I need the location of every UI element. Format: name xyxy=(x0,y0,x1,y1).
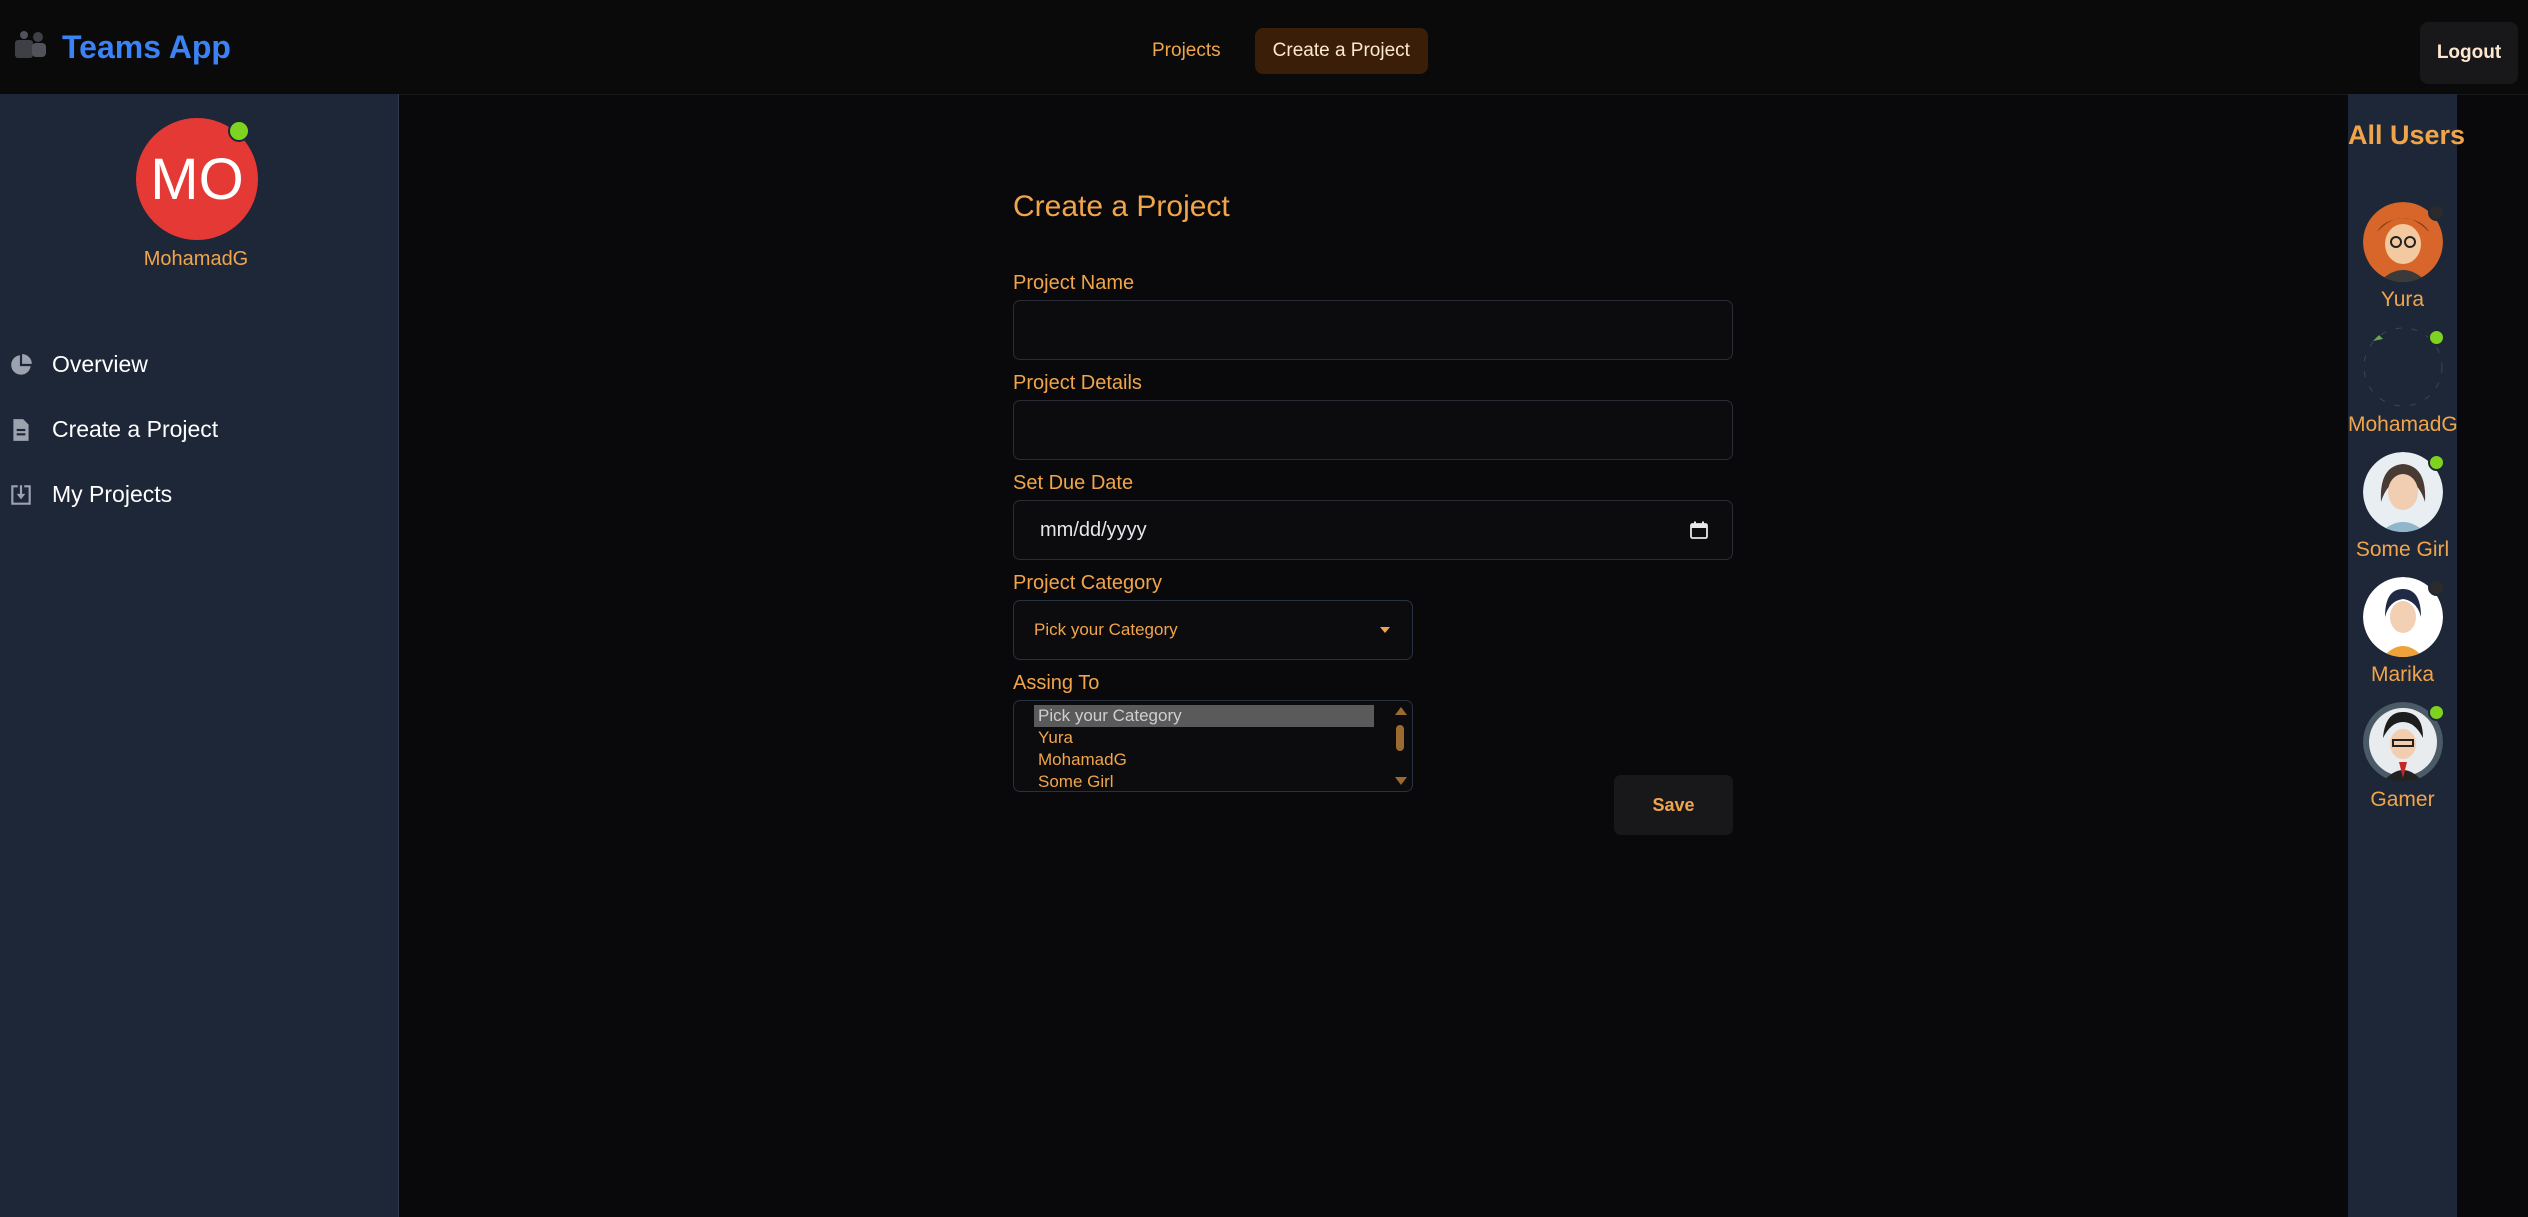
user-name: Yura xyxy=(2380,288,2425,311)
all-users-title: All Users xyxy=(2348,120,2466,150)
user-card-marika[interactable]: Marika xyxy=(2348,577,2457,702)
nav-projects-link[interactable]: Projects xyxy=(1134,28,1239,74)
scroll-up-arrow-icon[interactable] xyxy=(1395,707,1407,715)
current-username: MohamadG xyxy=(143,248,249,270)
top-nav: Projects Create a Project xyxy=(1134,28,1428,74)
online-status-dot xyxy=(2428,329,2445,346)
user-name: MohamadG xyxy=(2348,413,2458,436)
project-details-input[interactable] xyxy=(1013,400,1733,460)
assign-option[interactable]: Yura xyxy=(1034,727,1374,749)
assign-to-label: Assing To xyxy=(1013,672,1100,694)
user-name: Gamer xyxy=(2370,788,2435,811)
online-status-dot xyxy=(228,120,250,142)
offline-status-dot xyxy=(2428,204,2445,221)
online-status-dot xyxy=(2428,704,2445,721)
sidebar-menu: Overview Create a Project My Projects xyxy=(0,332,398,527)
category-selected-value: Pick your Category xyxy=(1034,620,1178,639)
category-select[interactable]: Pick your Category xyxy=(1013,600,1413,660)
user-card-gamer[interactable]: Gamer xyxy=(2348,702,2457,827)
user-card-some-girl[interactable]: Some Girl xyxy=(2348,452,2457,577)
project-name-label: Project Name xyxy=(1013,272,1135,294)
app-name: Teams App xyxy=(62,28,231,65)
sidebar-item-label: Overview xyxy=(52,351,148,377)
teams-logo-icon xyxy=(15,31,46,58)
sidebar-item-my-projects[interactable]: My Projects xyxy=(0,462,398,527)
due-date-label: Set Due Date xyxy=(1013,472,1134,494)
offline-status-dot xyxy=(2428,579,2445,596)
category-label: Project Category xyxy=(1013,572,1162,594)
sidebar-item-create-project[interactable]: Create a Project xyxy=(0,397,398,462)
project-details-label: Project Details xyxy=(1013,372,1142,394)
logout-button[interactable]: Logout xyxy=(2420,22,2518,84)
page-title: Create a Project xyxy=(1013,190,1230,223)
brand[interactable]: Teams App xyxy=(12,28,231,66)
user-name: Marika xyxy=(2370,663,2434,686)
pie-chart-icon xyxy=(11,353,32,375)
document-icon xyxy=(13,418,29,441)
project-name-input[interactable] xyxy=(1013,300,1733,360)
due-date-input[interactable]: mm/dd/yyyy xyxy=(1013,500,1733,560)
current-user-avatar-wrap: MO xyxy=(136,118,258,240)
assign-to-listbox[interactable]: Pick your Category Yura MohamadG Some Gi… xyxy=(1013,700,1413,792)
calendar-icon[interactable] xyxy=(1690,521,1708,539)
save-button[interactable]: Save xyxy=(1614,775,1733,835)
user-card-mohamadg[interactable]: MohamadG xyxy=(2348,327,2458,452)
top-bar: Teams App Projects Create a Project Logo… xyxy=(0,0,2528,95)
all-users-panel: All Users Yura MohamadG Some Girl Marika… xyxy=(2348,94,2466,1217)
online-status-dot xyxy=(2428,454,2445,471)
sidebar-item-overview[interactable]: Overview xyxy=(0,332,398,397)
assign-option[interactable]: MohamadG xyxy=(1034,749,1374,771)
sidebar: MO MohamadG Overview Create a Project My… xyxy=(0,94,399,1217)
due-date-placeholder: mm/dd/yyyy xyxy=(1040,518,1147,541)
inbox-download-icon xyxy=(11,484,31,505)
nav-create-project-link[interactable]: Create a Project xyxy=(1254,28,1428,74)
chevron-down-icon xyxy=(1380,627,1390,633)
listbox-scrollbar[interactable] xyxy=(1394,703,1408,789)
create-project-form: Create a Project Project Name Project De… xyxy=(1013,190,1733,792)
sidebar-item-label: Create a Project xyxy=(52,416,219,442)
assign-option[interactable]: Some Girl xyxy=(1034,771,1374,791)
sidebar-item-label: My Projects xyxy=(52,481,173,507)
scrollbar-thumb[interactable] xyxy=(1396,725,1404,751)
scroll-down-arrow-icon[interactable] xyxy=(1395,777,1407,785)
user-name: Some Girl xyxy=(2355,538,2450,561)
assign-option[interactable]: Pick your Category xyxy=(1034,705,1374,727)
user-card-yura[interactable]: Yura xyxy=(2348,202,2457,327)
